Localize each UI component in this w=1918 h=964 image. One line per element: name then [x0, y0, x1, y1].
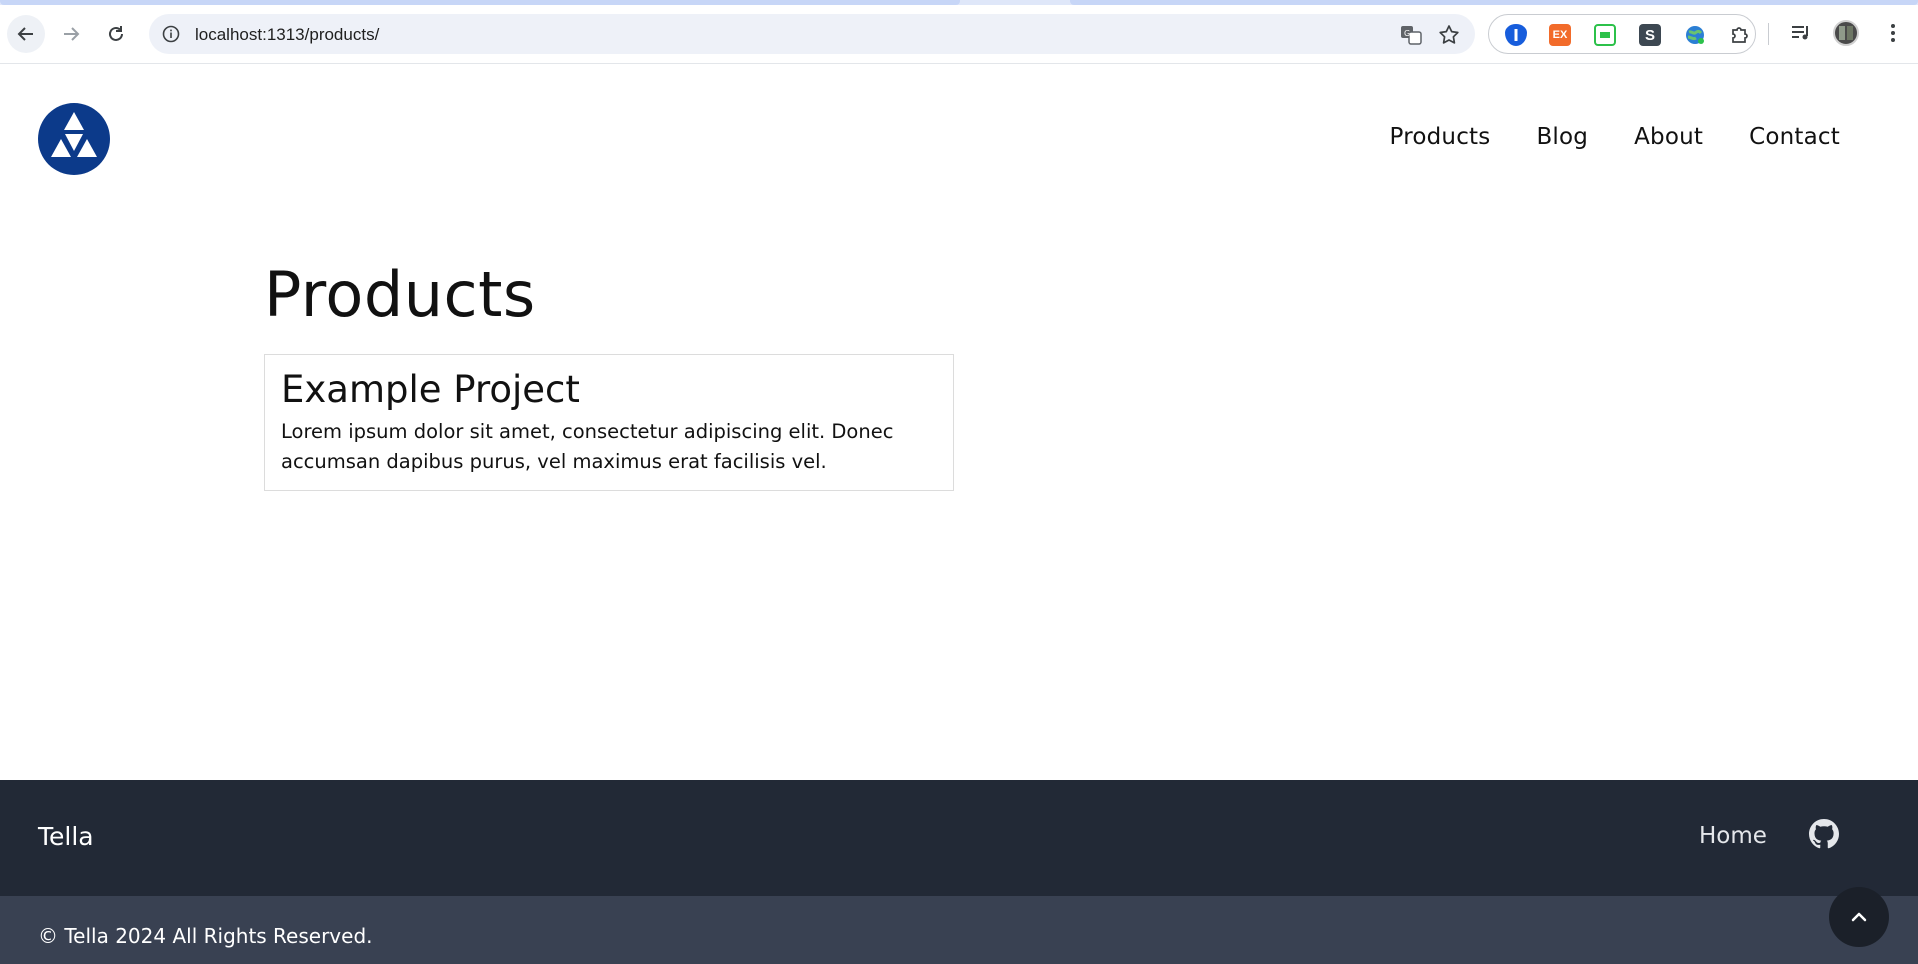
- product-card-description: Lorem ipsum dolor sit amet, consectetur …: [281, 420, 894, 473]
- footer: Tella Home: [0, 780, 1918, 896]
- s-extension-icon[interactable]: S: [1639, 24, 1661, 46]
- nav-contact[interactable]: Contact: [1749, 124, 1840, 150]
- extensions-group: EX S: [1488, 14, 1756, 54]
- nav-products[interactable]: Products: [1390, 124, 1491, 150]
- svg-text:G: G: [1404, 29, 1410, 38]
- forward-button[interactable]: [52, 15, 90, 53]
- back-arrow-icon: [17, 27, 33, 41]
- browser-toolbar: localhost:1313/products/ G EX S: [0, 0, 1918, 64]
- back-button[interactable]: [7, 15, 45, 53]
- nav-about[interactable]: About: [1634, 124, 1703, 150]
- bitwarden-icon[interactable]: [1505, 24, 1527, 46]
- translate-icon[interactable]: G: [1399, 23, 1423, 47]
- green-extension-icon[interactable]: [1594, 24, 1616, 46]
- globe-extension-icon[interactable]: [1684, 24, 1706, 46]
- kebab-menu-icon[interactable]: [1880, 20, 1906, 46]
- product-card[interactable]: Example Project Lorem ipsum dolor sit am…: [264, 354, 954, 491]
- address-bar[interactable]: localhost:1313/products/ G: [149, 14, 1475, 54]
- page-title: Products: [264, 258, 536, 331]
- star-icon[interactable]: [1437, 23, 1461, 47]
- github-icon[interactable]: [1808, 818, 1840, 850]
- reload-button[interactable]: [97, 15, 135, 53]
- chevron-up-icon: [1851, 912, 1867, 922]
- extensions-puzzle-icon[interactable]: [1729, 24, 1751, 46]
- footer-bottom-bar: © Tella 2024 All Rights Reserved.: [0, 896, 1918, 964]
- profile-avatar[interactable]: [1833, 20, 1859, 46]
- footer-brand[interactable]: Tella: [38, 822, 94, 851]
- forward-arrow-icon: [64, 27, 80, 41]
- site-info-icon[interactable]: [161, 24, 181, 44]
- nav-blog[interactable]: Blog: [1536, 124, 1588, 150]
- main-nav: Products Blog About Contact: [1344, 124, 1840, 150]
- site-logo[interactable]: [38, 103, 110, 175]
- site-header: Products Blog About Contact: [0, 65, 1918, 213]
- ex-extension-icon[interactable]: EX: [1549, 24, 1571, 46]
- toolbar-separator: [1768, 23, 1769, 45]
- reload-icon: [109, 26, 123, 41]
- media-control-icon[interactable]: [1788, 20, 1814, 46]
- product-card-title[interactable]: Example Project: [281, 367, 937, 413]
- url-text[interactable]: localhost:1313/products/: [195, 25, 379, 45]
- tab-strip: [0, 0, 1918, 5]
- scroll-to-top-button[interactable]: [1829, 887, 1889, 947]
- triangle-logo-icon: [51, 112, 97, 157]
- copyright-text: © Tella 2024 All Rights Reserved.: [38, 924, 373, 948]
- footer-home-link[interactable]: Home: [1699, 823, 1767, 849]
